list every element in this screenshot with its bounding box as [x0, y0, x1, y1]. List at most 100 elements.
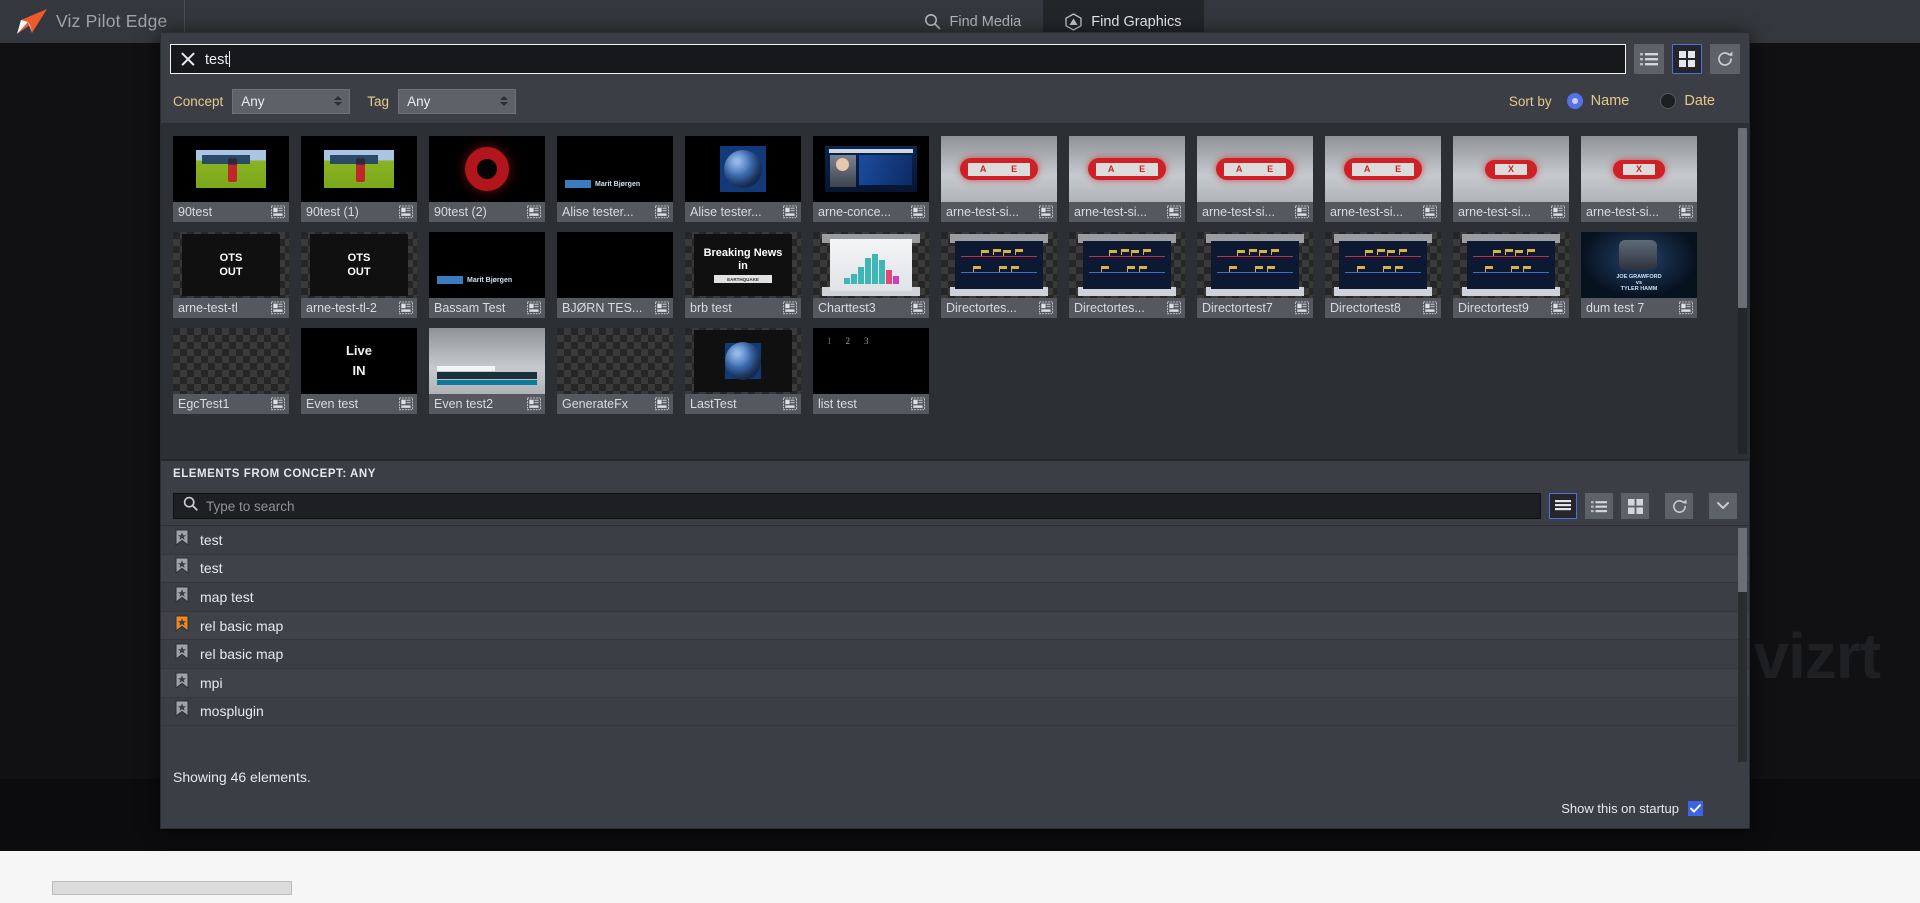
- graphics-thumbnail[interactable]: OTS OUT: [301, 232, 417, 298]
- graphics-card-footer: arne-test-si...: [1069, 202, 1185, 222]
- elements-scrollbar[interactable]: [1738, 528, 1747, 762]
- graphics-thumbnail[interactable]: [941, 232, 1057, 298]
- graphics-card[interactable]: A E arne-test-si...: [941, 136, 1057, 222]
- grid-view-icon[interactable]: [1621, 493, 1649, 519]
- graphics-thumbnail[interactable]: 123: [813, 328, 929, 394]
- graphics-thumbnail[interactable]: OTS OUT: [173, 232, 289, 298]
- element-list-item[interactable]: test: [161, 526, 1749, 555]
- graphics-thumbnail[interactable]: AE: [1325, 136, 1441, 202]
- graphics-thumbnail[interactable]: [429, 136, 545, 202]
- show-on-startup-checkbox[interactable]: [1688, 801, 1703, 816]
- graphics-thumbnail[interactable]: [813, 232, 929, 298]
- graphics-card[interactable]: A E arne-test-si...: [1325, 136, 1441, 222]
- graphics-thumbnail[interactable]: X: [1453, 136, 1569, 202]
- graphics-card[interactable]: arne-conce...: [813, 136, 929, 222]
- graphics-thumbnail[interactable]: [813, 136, 929, 202]
- graphics-card[interactable]: Directortes...: [1069, 232, 1185, 318]
- element-list-item[interactable]: map test: [161, 583, 1749, 612]
- chevron-double-down-icon[interactable]: [1709, 493, 1737, 519]
- graphics-thumbnail[interactable]: AE: [1197, 136, 1313, 202]
- graphics-card[interactable]: Even test2: [429, 328, 545, 414]
- graphics-card[interactable]: OTS OUT arne-test-tl-2: [301, 232, 417, 318]
- graphics-thumbnail[interactable]: Marit Bjørgen: [429, 232, 545, 298]
- sort-radio-date[interactable]: Date: [1660, 93, 1715, 109]
- graphics-thumbnail[interactable]: JOE GRAWFORD vs TYLER HAMM: [1581, 232, 1697, 298]
- graphics-card-name: GenerateFx: [562, 397, 629, 411]
- element-list-item[interactable]: mosplugin: [161, 697, 1749, 727]
- graphics-thumbnail[interactable]: AE: [1069, 136, 1185, 202]
- element-list-item[interactable]: test: [161, 554, 1749, 584]
- graphics-card[interactable]: JOE GRAWFORD vs TYLER HAMM dum test 7: [1581, 232, 1697, 318]
- sort-radio-name[interactable]: Name: [1566, 93, 1629, 109]
- graphics-card[interactable]: LastTest: [685, 328, 801, 414]
- graphics-thumbnail[interactable]: Marit Bjørgen: [557, 136, 673, 202]
- close-x-icon[interactable]: [180, 52, 195, 67]
- graphics-card[interactable]: Directortes...: [941, 232, 1057, 318]
- graphics-card[interactable]: Breaking News in EARTHQUAKE brb test: [685, 232, 801, 318]
- grid-view-icon[interactable]: [1672, 44, 1702, 74]
- elements-scrollbar-thumb[interactable]: [1738, 528, 1747, 592]
- detail-view-icon[interactable]: [1549, 493, 1577, 519]
- graphics-card[interactable]: Directortest7: [1197, 232, 1313, 318]
- thumbnail-art: [830, 239, 912, 291]
- graphics-card[interactable]: Directortest8: [1325, 232, 1441, 318]
- graphics-thumbnail[interactable]: AE: [941, 136, 1057, 202]
- graphics-thumbnail[interactable]: [301, 136, 417, 202]
- graphics-card[interactable]: A E arne-test-si...: [1069, 136, 1185, 222]
- refresh-icon[interactable]: [1710, 44, 1740, 74]
- element-list-item[interactable]: mpi: [161, 668, 1749, 698]
- graphics-thumbnail[interactable]: X: [1581, 136, 1697, 202]
- graphics-card[interactable]: Directortest9: [1453, 232, 1569, 318]
- graphics-card[interactable]: 90test (2): [429, 136, 545, 222]
- graphics-thumbnail[interactable]: [1453, 232, 1569, 298]
- graphics-thumbnail[interactable]: [1197, 232, 1313, 298]
- graphics-thumbnail[interactable]: [173, 136, 289, 202]
- graphics-card[interactable]: Live IN Even test: [301, 328, 417, 414]
- graphics-thumbnail[interactable]: Breaking News in EARTHQUAKE: [685, 232, 801, 298]
- graphics-card[interactable]: 1 2 3 list test: [813, 328, 929, 414]
- graphics-card[interactable]: BJØRN TES...: [557, 232, 673, 318]
- show-on-startup-row[interactable]: Show this on startup: [1561, 801, 1703, 816]
- graphics-thumbnail[interactable]: [557, 328, 673, 394]
- graphics-card[interactable]: Charttest3: [813, 232, 929, 318]
- graphics-card-name: Directortest8: [1330, 301, 1401, 315]
- list-view-icon[interactable]: [1585, 493, 1613, 519]
- graphics-card[interactable]: GenerateFx: [557, 328, 673, 414]
- graphics-thumbnail[interactable]: [173, 328, 289, 394]
- thumbnail-art: [1339, 241, 1427, 289]
- graphics-card[interactable]: Alise tester...: [685, 136, 801, 222]
- template-badge-icon: [783, 205, 797, 219]
- grid-scrollbar[interactable]: [1738, 128, 1747, 454]
- template-badge-icon: [783, 397, 797, 411]
- search-input[interactable]: test: [170, 44, 1626, 74]
- graphics-card[interactable]: 90test: [173, 136, 289, 222]
- list-view-icon[interactable]: [1634, 44, 1664, 74]
- tag-select[interactable]: Any: [398, 88, 517, 114]
- grid-scrollbar-thumb[interactable]: [1738, 128, 1747, 308]
- graphics-card[interactable]: Xarne-test-si...: [1581, 136, 1697, 222]
- element-list-item[interactable]: rel basic map: [161, 640, 1749, 669]
- graphics-thumbnail[interactable]: [557, 232, 673, 298]
- template-badge-icon: [271, 397, 285, 411]
- graphics-card[interactable]: 90test (1): [301, 136, 417, 222]
- graphics-thumbnail[interactable]: [1069, 232, 1185, 298]
- graphics-card-footer: Directortest7: [1197, 298, 1313, 318]
- concept-select[interactable]: Any: [232, 88, 351, 114]
- element-list-item[interactable]: rel basic map: [161, 611, 1749, 641]
- graphics-thumbnail[interactable]: [1325, 232, 1441, 298]
- graphics-card[interactable]: Marit Bjørgen Bassam Test: [429, 232, 545, 318]
- screen-root: vizrt Viz Pilot Edge Find Media Find Gra…: [0, 0, 1920, 903]
- graphics-card[interactable]: EgcTest1: [173, 328, 289, 414]
- graphics-thumbnail[interactable]: [429, 328, 545, 394]
- tab-label: Find Graphics: [1091, 13, 1182, 30]
- graphics-thumbnail[interactable]: [685, 136, 801, 202]
- graphics-card[interactable]: OTS OUT arne-test-tl: [173, 232, 289, 318]
- graphics-card[interactable]: A E arne-test-si...: [1197, 136, 1313, 222]
- refresh-icon[interactable]: [1665, 493, 1693, 519]
- elements-search-input[interactable]: Type to search: [173, 493, 1541, 519]
- graphics-thumbnail[interactable]: [685, 328, 801, 394]
- graphics-thumbnail[interactable]: Live IN: [301, 328, 417, 394]
- bookmark-star-icon: [175, 643, 189, 665]
- graphics-card[interactable]: Marit Bjørgen Alise tester...: [557, 136, 673, 222]
- graphics-card[interactable]: Xarne-test-si...: [1453, 136, 1569, 222]
